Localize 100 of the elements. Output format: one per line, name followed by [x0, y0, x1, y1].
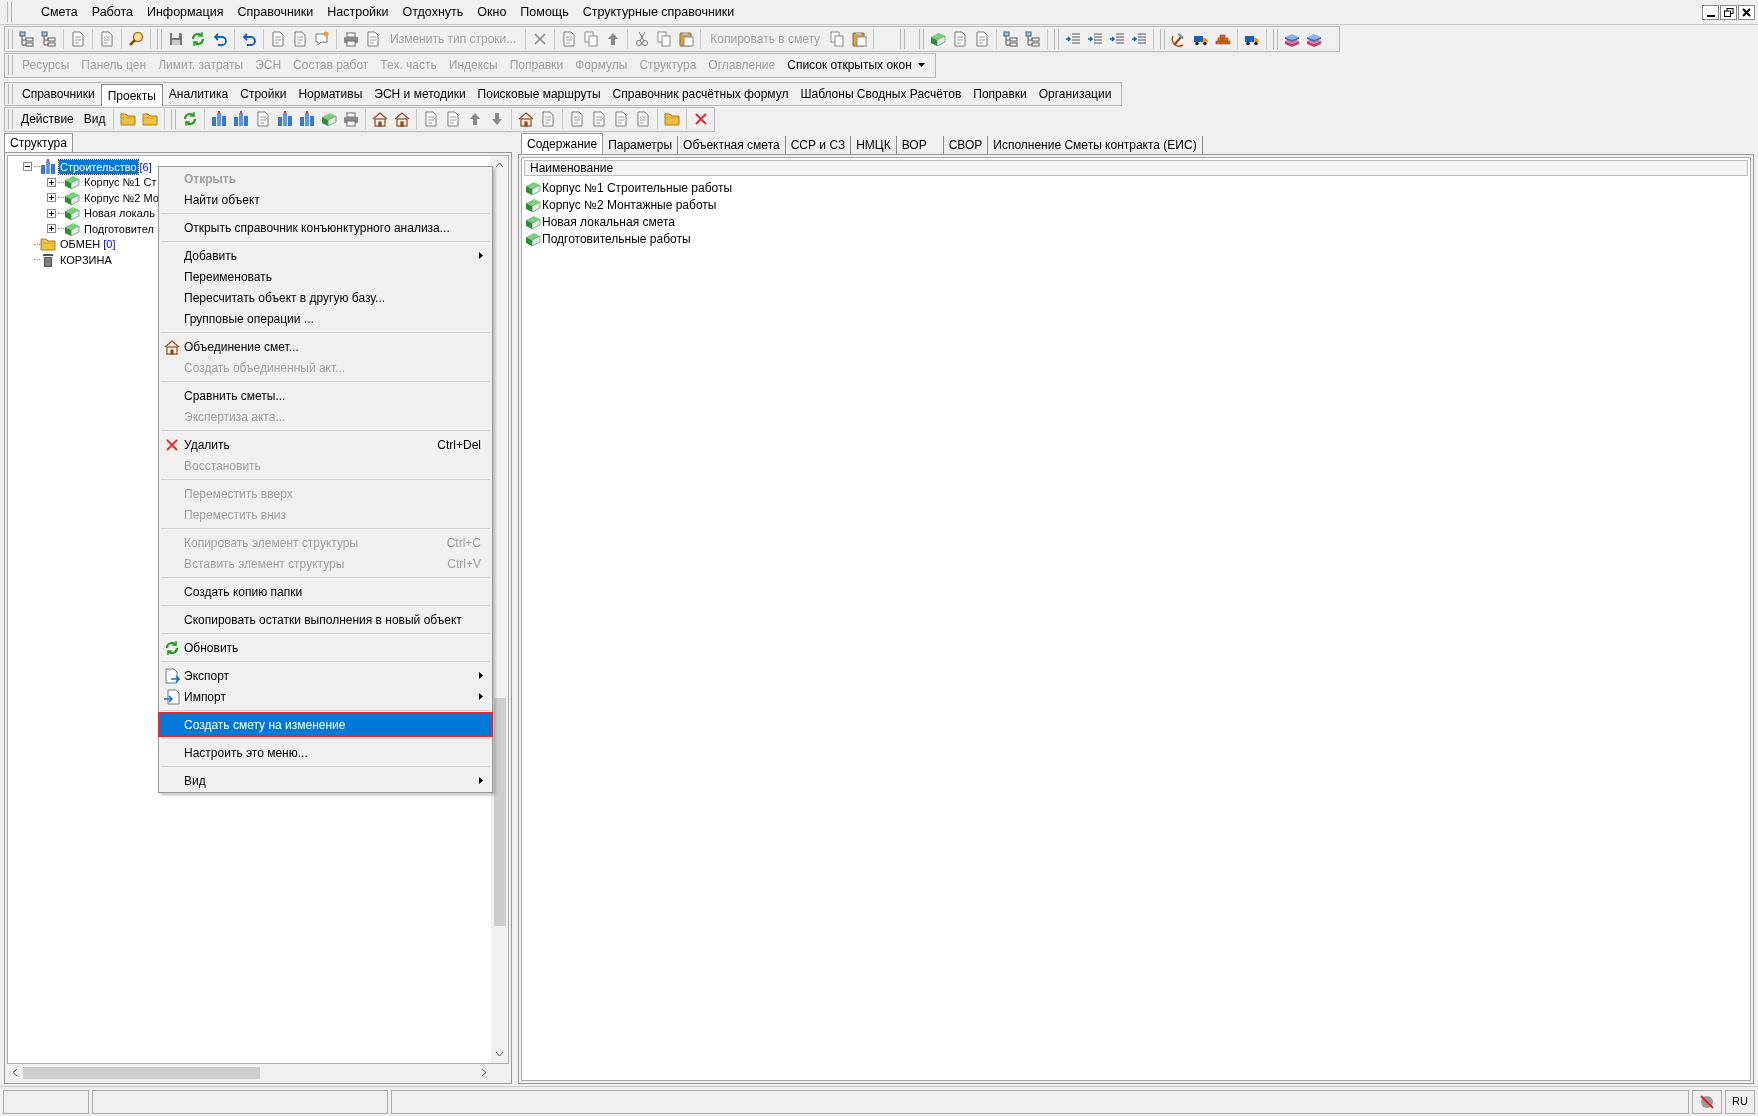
document-icon[interactable] [270, 30, 286, 47]
speech-bubble-icon[interactable] [314, 30, 330, 47]
document-icon[interactable] [70, 30, 86, 47]
tree-icon[interactable] [41, 30, 57, 47]
module-tab[interactable]: Шаблоны Сводных Расчётов [794, 83, 968, 105]
collapse-toggle[interactable] [23, 162, 32, 172]
context-menu-item[interactable]: Пересчитать объект в другую базу... [160, 287, 491, 308]
house-icon[interactable] [372, 111, 389, 127]
document-icon[interactable] [613, 111, 630, 127]
scissors-icon[interactable] [634, 30, 651, 47]
document-icon[interactable] [569, 111, 586, 127]
close-button[interactable] [1738, 4, 1755, 20]
delete-icon[interactable] [693, 111, 710, 127]
module-tab[interactable]: Нормативы [292, 83, 369, 105]
menu-item[interactable]: Смета [35, 2, 84, 22]
tree-item-label[interactable]: Новая локаль [83, 206, 156, 221]
module-tab[interactable]: Аналитика [162, 83, 235, 105]
content-tab[interactable]: Содержание [521, 133, 604, 154]
copy-icon[interactable] [656, 30, 673, 47]
expand-toggle[interactable] [47, 208, 56, 218]
expand-toggle[interactable] [47, 224, 56, 234]
document-icon[interactable] [99, 30, 115, 47]
context-menu-item[interactable]: Сравнить сметы... [160, 385, 491, 406]
cross-icon[interactable] [532, 30, 549, 47]
copy-icon[interactable] [829, 30, 846, 47]
context-menu-item[interactable]: Импорт [160, 686, 491, 707]
tree-item-label[interactable]: КОРЗИНА [59, 252, 113, 267]
list-item[interactable]: Новая локальная смета [542, 212, 676, 231]
context-menu-item[interactable]: Найти объект [160, 189, 491, 210]
context-menu-item[interactable]: Создать смету на изменение [160, 714, 491, 735]
column-header[interactable]: Наименование [524, 160, 1748, 176]
indent-icon[interactable] [1131, 30, 1148, 47]
printer-icon[interactable] [343, 30, 359, 47]
context-menu-item[interactable]: Обновить [160, 637, 491, 658]
menu-button[interactable]: Действие [16, 108, 79, 130]
undo-icon[interactable] [212, 30, 228, 47]
menu-item[interactable]: Работа [85, 2, 139, 22]
building-icon[interactable] [299, 111, 316, 127]
minimize-button[interactable] [1702, 4, 1719, 20]
house-icon[interactable] [518, 111, 535, 127]
expand-toggle[interactable] [47, 177, 56, 187]
context-menu-item[interactable]: Вид [160, 770, 491, 791]
menu-item[interactable]: Структурные справочники [576, 2, 741, 22]
context-menu-item[interactable]: Объединение смет... [160, 336, 491, 357]
document-icon[interactable] [255, 111, 272, 127]
tree-item-label[interactable]: Подготовител [83, 221, 155, 236]
document-icon[interactable] [292, 30, 308, 47]
module-tab[interactable]: Справочники [16, 83, 101, 105]
vertical-scrollbar[interactable] [491, 156, 508, 1063]
menu-item[interactable]: Информация [140, 2, 230, 22]
copy-icon[interactable] [583, 30, 600, 47]
tree-item-label[interactable]: ОБМЕН [59, 237, 102, 252]
tree-item-label[interactable]: Корпус №1 Ст [83, 175, 158, 190]
refresh-icon[interactable] [190, 30, 206, 47]
context-menu-item[interactable]: Удалить Ctrl+Del [160, 434, 491, 455]
indent-icon[interactable] [1065, 30, 1082, 47]
building-icon[interactable] [233, 111, 250, 127]
book-icon[interactable] [321, 111, 338, 127]
context-menu-item[interactable]: Добавить [160, 245, 491, 266]
module-tab[interactable]: Стройки [234, 83, 293, 105]
tree-icon[interactable] [19, 30, 35, 47]
folder-icon[interactable] [120, 111, 137, 127]
list-item[interactable]: Корпус №1 Строительные работы [542, 178, 733, 197]
scroll-thumb[interactable] [23, 1066, 260, 1079]
context-menu-item[interactable]: Открыть справочник конъюнктурного анализа... [160, 217, 491, 238]
context-menu-item[interactable]: Групповые операции ... [160, 308, 491, 329]
menu-item[interactable]: Справочники [231, 2, 320, 22]
paste-icon[interactable] [851, 30, 868, 47]
menu-item[interactable]: Настройки [321, 2, 395, 22]
panel-tab[interactable]: Структура [4, 133, 73, 152]
printer-icon[interactable] [343, 111, 360, 127]
module-tab[interactable]: Поисковые маршруты [471, 83, 607, 105]
document-icon[interactable] [974, 30, 991, 47]
menu-item[interactable]: Помощь [514, 2, 575, 22]
document-icon[interactable] [365, 30, 381, 47]
building-icon[interactable] [211, 111, 228, 127]
expand-toggle[interactable] [47, 193, 56, 203]
module-tab[interactable]: Поправки [967, 83, 1033, 105]
dropdown-button[interactable]: Список открытых окон [781, 54, 931, 76]
paste-icon[interactable] [678, 30, 695, 47]
menu-item[interactable]: Отдохнуть [396, 2, 470, 22]
tree-icon[interactable] [1003, 30, 1020, 47]
document-icon[interactable] [540, 111, 557, 127]
folder-icon[interactable] [664, 111, 681, 127]
restore-button[interactable] [1720, 4, 1737, 20]
indent-icon[interactable] [1109, 30, 1126, 47]
list-item[interactable]: Корпус №2 Монтажные работы [542, 195, 717, 214]
context-menu-item[interactable]: Экспорт [160, 665, 491, 686]
context-menu-item[interactable]: Создать копию папки [160, 581, 491, 602]
folder-icon[interactable] [142, 111, 159, 127]
document-icon[interactable] [635, 111, 652, 127]
module-tab[interactable]: Справочник расчётных формул [606, 83, 795, 105]
scroll-thumb[interactable] [493, 698, 506, 926]
book-icon[interactable] [930, 30, 947, 47]
context-menu-item[interactable]: Переименовать [160, 266, 491, 287]
module-tab[interactable]: Проекты [100, 84, 163, 106]
tree-icon[interactable] [1025, 30, 1042, 47]
save-icon[interactable] [168, 30, 184, 47]
menu-item[interactable]: Окно [471, 2, 513, 22]
module-tab[interactable]: ЭСН и методики [368, 83, 472, 105]
